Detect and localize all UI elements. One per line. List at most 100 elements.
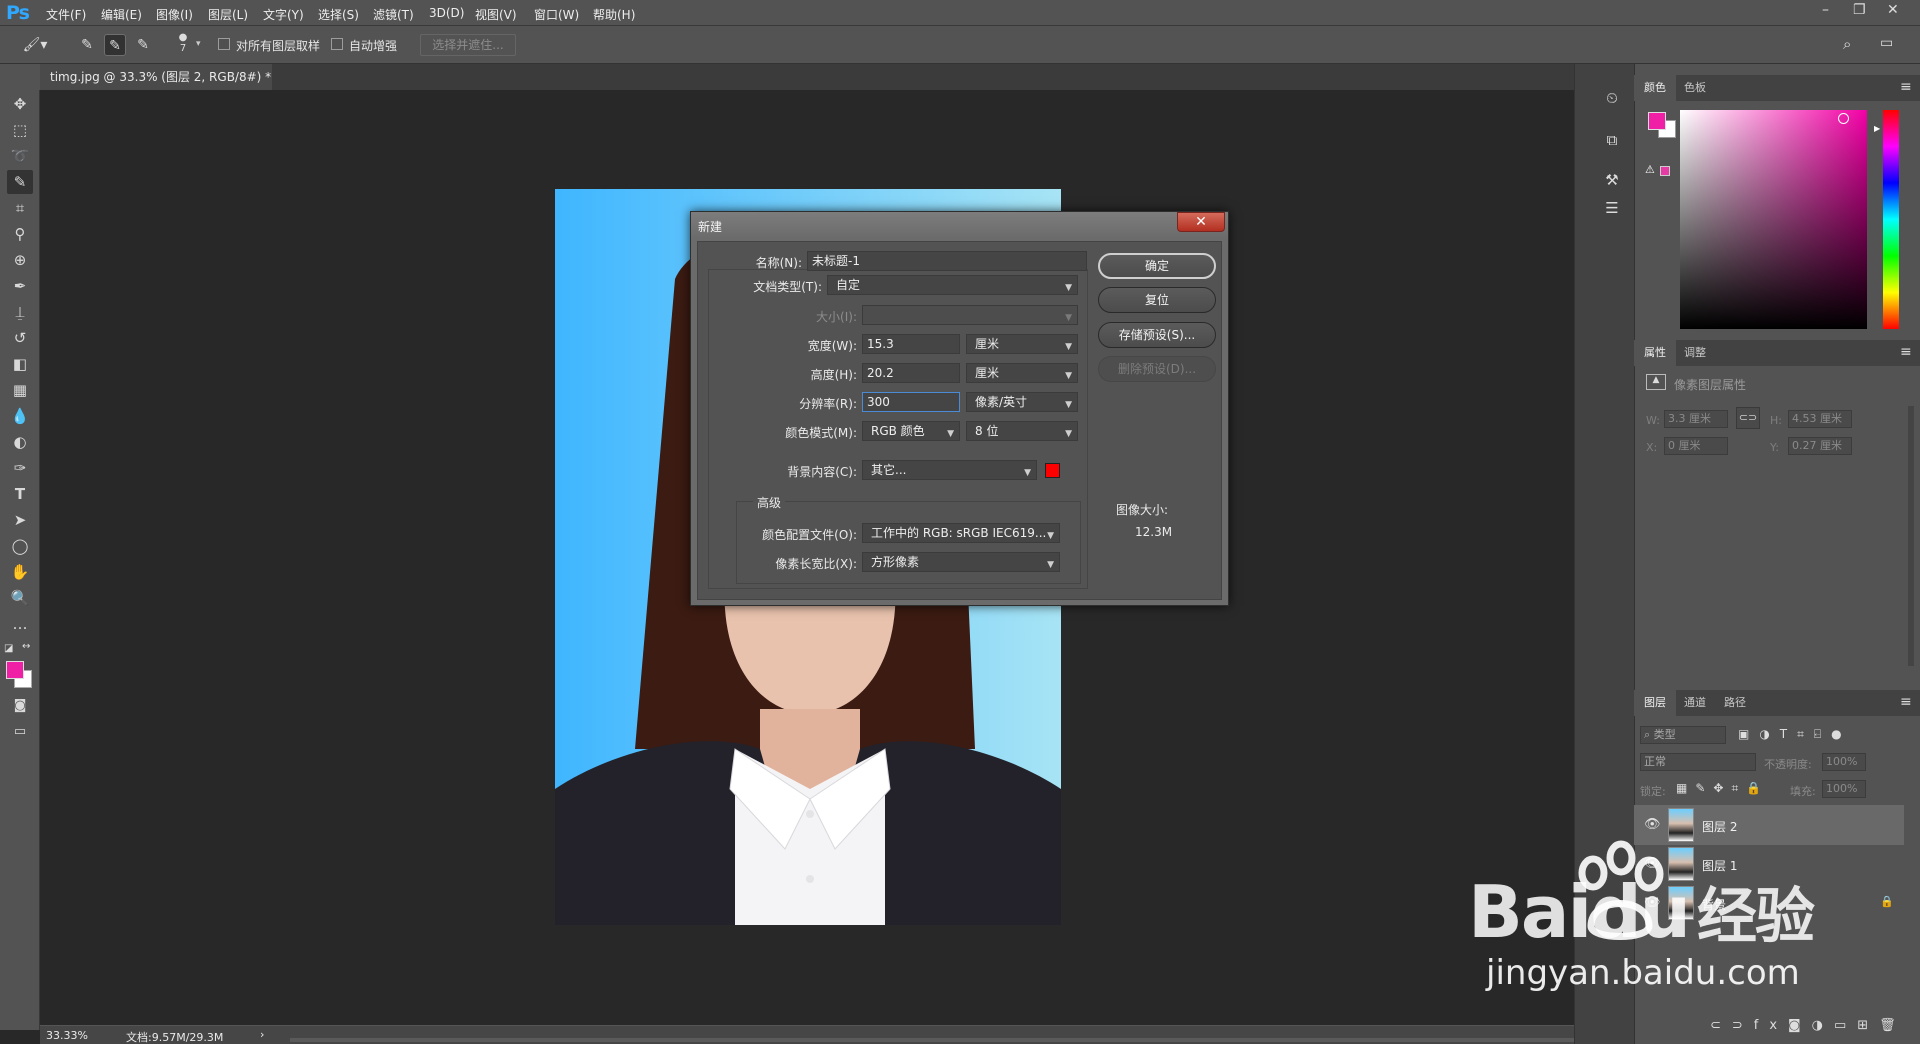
layer-row-selected[interactable]: 👁 图层 2 xyxy=(1634,805,1904,845)
properties-scrollbar[interactable] xyxy=(1908,406,1914,666)
width-unit-select[interactable]: 厘米 ▼ xyxy=(966,334,1078,354)
zoom-readout[interactable]: 33.33% xyxy=(46,1029,88,1042)
marquee-tool-icon[interactable]: ⬚ xyxy=(7,118,33,142)
layer-name[interactable]: 图层 2 xyxy=(1702,818,1737,835)
menu-item-5[interactable]: 文字(Y) xyxy=(263,6,304,23)
menu-item-7[interactable]: 滤镜(T) xyxy=(373,6,414,23)
document-tab[interactable]: timg.jpg @ 33.3% (图层 2, RGB/8#) * × xyxy=(40,64,272,110)
fill-field[interactable]: 100% xyxy=(1822,780,1866,798)
panel-menu-icon[interactable]: ≡ xyxy=(1900,694,1912,710)
menu-item-3[interactable]: 图像(I) xyxy=(156,6,193,23)
h-field[interactable]: 4.53 厘米 xyxy=(1788,410,1852,428)
dialog-close-button[interactable]: ✕ xyxy=(1177,212,1225,232)
pixel-aspect-select[interactable]: 方形像素 ▼ xyxy=(862,552,1060,572)
tab-adjustments[interactable]: 调整 xyxy=(1674,340,1716,366)
panel-menu-icon[interactable]: ≡ xyxy=(1900,344,1912,360)
horizontal-scrollbar[interactable] xyxy=(290,1038,1574,1042)
workspace-icon[interactable]: ▭ xyxy=(1880,35,1893,51)
default-colors-icon[interactable]: ◪ xyxy=(4,643,13,654)
crop-tool-icon[interactable]: ⌗ xyxy=(7,196,33,220)
ellipse-tool-icon[interactable]: ◯ xyxy=(7,534,33,558)
blur-tool-icon[interactable]: 💧 xyxy=(7,404,33,428)
type-tool-icon[interactable]: T xyxy=(7,482,33,506)
menu-item-1[interactable]: 文件(F) xyxy=(46,6,86,23)
zoom-tool-icon[interactable]: 🔍 xyxy=(7,586,33,610)
path-selection-tool-icon[interactable]: ➤ xyxy=(7,508,33,532)
quick-mask-icon[interactable]: ◙ xyxy=(7,694,33,718)
eyedropper-tool-icon[interactable]: ⚲ xyxy=(7,222,33,246)
clone-source-panel-icon[interactable]: ⧉ xyxy=(1600,128,1624,152)
close-icon[interactable]: ✕ xyxy=(1887,2,1899,18)
menu-item-11[interactable]: 帮助(H) xyxy=(593,6,635,23)
name-input[interactable]: 未标题-1 xyxy=(807,251,1087,271)
layer-filter-icons[interactable]: ▣◑T⌗⍇● xyxy=(1738,727,1852,742)
save-preset-button[interactable]: 存储预设(S)... xyxy=(1098,322,1216,348)
tool-preset-picker[interactable]: 🖌▾ xyxy=(18,34,52,56)
pen-tool-icon[interactable]: ✑ xyxy=(7,456,33,480)
panel-menu-icon[interactable]: ≡ xyxy=(1900,79,1912,95)
lock-icons[interactable]: ▦✎✥⌗🔒 xyxy=(1676,781,1769,796)
link-icon[interactable]: ⊂⊃ xyxy=(1736,407,1760,429)
healing-brush-tool-icon[interactable]: ⊕ xyxy=(7,248,33,272)
menu-item-4[interactable]: 图层(L) xyxy=(208,6,248,23)
color-picker-cursor[interactable] xyxy=(1838,113,1849,124)
add-to-selection-icon[interactable]: ✎ xyxy=(104,34,126,56)
history-panel-icon[interactable]: ⏲ xyxy=(1600,86,1624,110)
hand-tool-icon[interactable]: ✋ xyxy=(7,560,33,584)
eraser-tool-icon[interactable]: ◧ xyxy=(7,352,33,376)
height-input[interactable]: 20.2 xyxy=(862,363,960,383)
lasso-tool-icon[interactable]: ➰ xyxy=(7,144,33,168)
tab-paths[interactable]: 路径 xyxy=(1714,690,1756,716)
brush-settings-panel-icon[interactable]: ⚒ xyxy=(1600,168,1624,192)
new-selection-icon[interactable]: ✎ xyxy=(76,34,98,56)
x-field[interactable]: 0 厘米 xyxy=(1664,437,1728,455)
search-icon[interactable]: ⌕ xyxy=(1843,35,1851,53)
tab-properties[interactable]: 属性 xyxy=(1634,340,1676,366)
blend-mode-select[interactable]: 正常 xyxy=(1640,753,1756,771)
swap-colors-icon[interactable]: ↔ xyxy=(22,641,30,652)
dodge-tool-icon[interactable]: ◐ xyxy=(7,430,33,454)
minimize-icon[interactable]: – xyxy=(1822,2,1829,18)
more-tools-icon[interactable]: … xyxy=(7,612,33,636)
tab-channels[interactable]: 通道 xyxy=(1674,690,1716,716)
adjustments-panel-icon[interactable]: ☰ xyxy=(1600,196,1624,220)
background-color-swatch[interactable] xyxy=(1045,463,1060,478)
sample-all-layers-checkbox[interactable] xyxy=(218,38,230,50)
w-field[interactable]: 3.3 厘米 xyxy=(1664,410,1728,428)
layer-filter-select[interactable]: ⌕ 类型 xyxy=(1640,726,1726,744)
tab-layers[interactable]: 图层 xyxy=(1634,690,1676,716)
bit-depth-select[interactable]: 8 位 ▼ xyxy=(966,421,1078,441)
color-picker-field[interactable] xyxy=(1680,110,1867,329)
subtract-selection-icon[interactable]: ✎ xyxy=(132,34,154,56)
menu-item-8[interactable]: 3D(D) xyxy=(429,6,464,20)
resolution-input[interactable]: 300 xyxy=(862,392,960,412)
status-menu-arrow[interactable]: › xyxy=(260,1028,264,1041)
brush-tool-icon[interactable]: ✒ xyxy=(7,274,33,298)
gradient-tool-icon[interactable]: ▦ xyxy=(7,378,33,402)
foreground-color-swatch[interactable] xyxy=(6,661,24,679)
color-panel-foreground-swatch[interactable] xyxy=(1648,112,1666,130)
quick-selection-tool-icon[interactable]: ✎ xyxy=(7,170,33,194)
dialog-titlebar[interactable] xyxy=(691,212,1228,238)
gamut-warning-icon[interactable]: ⚠ xyxy=(1645,163,1655,176)
ok-button[interactable]: 确定 xyxy=(1098,253,1216,279)
restore-icon[interactable]: ❐ xyxy=(1853,2,1866,18)
tab-swatches[interactable]: 色板 xyxy=(1674,75,1716,101)
auto-enhance-checkbox[interactable] xyxy=(331,38,343,50)
color-profile-select[interactable]: 工作中的 RGB: sRGB IEC619... ▼ xyxy=(862,523,1060,543)
menu-item-2[interactable]: 编辑(E) xyxy=(101,6,142,23)
visibility-eye-icon[interactable]: 👁 xyxy=(1644,817,1661,832)
gamut-swatch[interactable] xyxy=(1660,166,1670,176)
brush-size-picker[interactable]: ● 7 xyxy=(176,32,190,54)
move-tool-icon[interactable]: ✥ xyxy=(7,92,33,116)
menu-item-10[interactable]: 窗口(W) xyxy=(534,6,579,23)
reset-button[interactable]: 复位 xyxy=(1098,287,1216,313)
width-input[interactable]: 15.3 xyxy=(862,334,960,354)
y-field[interactable]: 0.27 厘米 xyxy=(1788,437,1852,455)
hue-slider[interactable] xyxy=(1883,110,1899,329)
color-mode-select[interactable]: RGB 颜色 ▼ xyxy=(862,421,960,441)
hue-slider-marker[interactable]: ▶ xyxy=(1874,124,1880,133)
select-and-mask-button[interactable]: 选择并遮住... xyxy=(420,34,516,56)
layers-footer-icons[interactable]: ⊂⊃fx◙◑▭⊞🗑 xyxy=(1710,1018,1907,1033)
background-contents-select[interactable]: 其它... ▼ xyxy=(862,460,1037,480)
